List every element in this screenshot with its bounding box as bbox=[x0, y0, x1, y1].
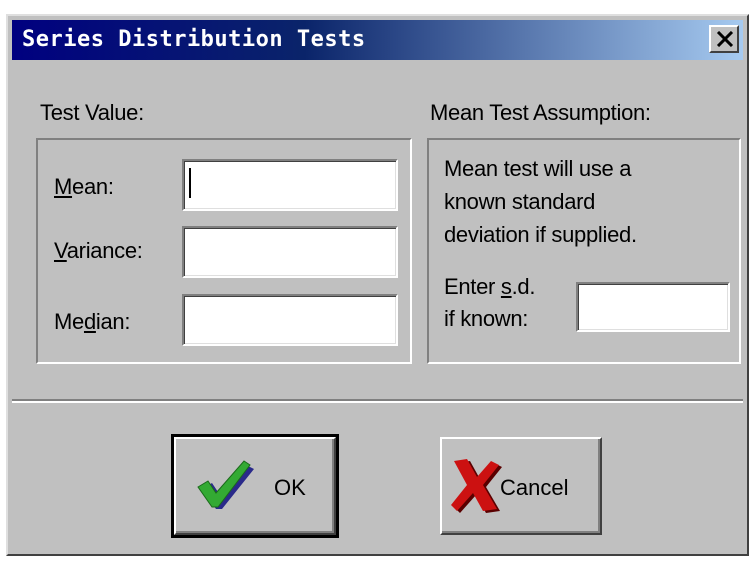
red-x-icon bbox=[451, 459, 502, 513]
ok-button-label: OK bbox=[274, 475, 306, 500]
sd-label-line1: Enter s.d. bbox=[444, 274, 536, 299]
text-caret bbox=[189, 168, 191, 198]
mean-test-description: Mean test will use a known standard devi… bbox=[444, 152, 637, 251]
cancel-button[interactable]: Cancel bbox=[440, 437, 602, 535]
median-input-box[interactable] bbox=[184, 296, 396, 344]
sd-input-box[interactable] bbox=[578, 284, 728, 330]
mean-input-box[interactable] bbox=[184, 161, 396, 209]
ok-button[interactable]: OK bbox=[171, 434, 339, 538]
close-button[interactable] bbox=[709, 25, 739, 53]
variance-label: Variance: bbox=[54, 238, 143, 263]
description-line: known standard bbox=[444, 189, 596, 214]
variance-input[interactable] bbox=[182, 226, 398, 278]
median-input[interactable] bbox=[182, 294, 398, 346]
separator bbox=[12, 399, 743, 403]
sd-label-line2: if known: bbox=[444, 306, 529, 331]
green-checkmark-icon bbox=[197, 460, 254, 509]
description-line: Mean test will use a bbox=[444, 156, 632, 181]
description-line: deviation if supplied. bbox=[444, 222, 637, 247]
window-title: Series Distribution Tests bbox=[22, 27, 366, 52]
sd-input[interactable] bbox=[576, 282, 730, 332]
series-distribution-tests-dialog: Series Distribution Tests Test Value: Me… bbox=[6, 14, 749, 556]
median-label: Median: bbox=[54, 309, 131, 334]
mean-input[interactable] bbox=[182, 159, 398, 211]
mean-test-group-label: Mean Test Assumption: bbox=[430, 100, 651, 125]
variance-input-box[interactable] bbox=[184, 228, 396, 276]
close-icon bbox=[716, 31, 734, 47]
title-bar[interactable]: Series Distribution Tests bbox=[12, 20, 743, 60]
cancel-button-label: Cancel bbox=[500, 475, 569, 500]
mean-label: Mean: bbox=[54, 174, 114, 199]
test-value-group-label: Test Value: bbox=[40, 100, 144, 125]
